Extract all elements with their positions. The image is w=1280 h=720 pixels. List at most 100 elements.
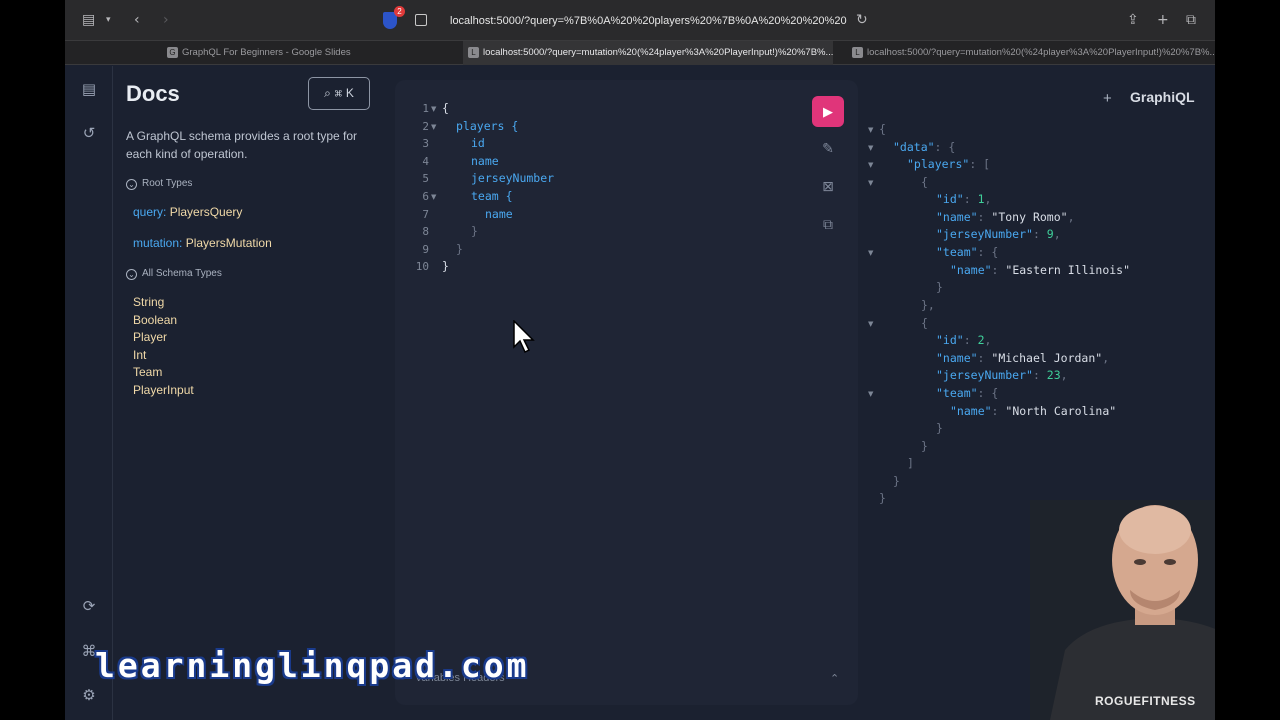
search-shortcut-label: ⌘ K: [334, 86, 354, 100]
refetch-schema-icon[interactable]: ⟳: [79, 596, 99, 616]
line-number: 3: [422, 137, 429, 150]
json-line: },: [921, 298, 935, 312]
fold-arrow-icon[interactable]: ▼: [868, 179, 873, 187]
settings-icon[interactable]: ⚙: [79, 685, 99, 705]
code-line: {: [442, 101, 449, 115]
json-line: }: [936, 280, 943, 294]
json-line: }: [893, 474, 900, 488]
merge-fragments-icon[interactable]: ⊠: [817, 179, 839, 199]
browser-window: ▤ ▾ ‹ › 2 localhost:5000/?query=%7B%0A%2…: [65, 0, 1215, 720]
all-types-heading: ⌄ All Schema Types: [126, 268, 222, 280]
mouse-cursor-icon: [513, 319, 535, 359]
line-number: 4: [422, 155, 429, 168]
line-number: 7: [422, 208, 429, 221]
chevron-up-icon[interactable]: ⌃: [830, 672, 839, 685]
fold-arrow-icon[interactable]: ▼: [431, 105, 436, 113]
history-icon[interactable]: ↺: [79, 123, 99, 143]
json-line: "id": 2,: [936, 333, 992, 347]
tab-bar: G GraphQL For Beginners - Google Slides …: [65, 41, 1215, 65]
code-line: name: [471, 154, 499, 168]
watermark: learninglinqpad.com: [95, 646, 530, 685]
json-line: "team": {: [936, 245, 999, 259]
copy-icon[interactable]: ⧉: [817, 217, 839, 237]
forward-icon[interactable]: ›: [163, 11, 169, 29]
code-line: players {: [456, 119, 519, 133]
json-line: ]: [907, 456, 914, 470]
docs-description: A GraphQL schema provides a root type fo…: [126, 129, 358, 161]
fold-arrow-icon[interactable]: ▼: [868, 126, 873, 134]
presenter-video: [1030, 500, 1215, 720]
tab-label: localhost:5000/?query=mutation%20(%24pla…: [867, 47, 1215, 58]
line-number: 5: [422, 172, 429, 185]
json-line: {: [921, 175, 928, 189]
chevron-down-icon[interactable]: ▾: [106, 11, 111, 29]
tab-label: localhost:5000/?query=mutation%20(%24pla…: [483, 47, 833, 58]
json-line: "players": [: [907, 157, 991, 171]
execute-query-button[interactable]: ▶: [812, 96, 844, 127]
fold-arrow-icon[interactable]: ▼: [431, 193, 436, 201]
share-icon[interactable]: ⇪: [1127, 11, 1139, 29]
fold-arrow-icon[interactable]: ▼: [868, 161, 873, 169]
line-number: 6: [422, 190, 429, 203]
fold-arrow-icon[interactable]: ▼: [868, 390, 873, 398]
json-line: "jerseyNumber": 23,: [936, 368, 1068, 382]
json-line: }: [921, 439, 928, 453]
tab-localhost-active[interactable]: L localhost:5000/?query=mutation%20(%24p…: [463, 41, 833, 65]
type-link[interactable]: Int: [133, 348, 146, 362]
reload-icon[interactable]: ↻: [856, 11, 868, 29]
fold-arrow-icon[interactable]: ▼: [868, 144, 873, 152]
fold-arrow-icon[interactable]: ▼: [868, 249, 873, 257]
back-icon[interactable]: ‹: [134, 11, 140, 29]
line-number: 2: [422, 120, 429, 133]
json-line: }: [879, 491, 886, 505]
query-editor[interactable]: 1 2 3 4 5 6 7 8 9 10 ▼ ▼ ▼ { players { i…: [395, 80, 858, 705]
type-link[interactable]: Team: [133, 365, 162, 379]
json-line: }: [936, 421, 943, 435]
fold-arrow-icon[interactable]: ▼: [868, 320, 873, 328]
sidebar-toggle-icon[interactable]: ▤: [82, 11, 95, 29]
docs-search-button[interactable]: ⌕ ⌘ K: [308, 77, 370, 110]
root-type-mutation[interactable]: mutation: PlayersMutation: [133, 236, 272, 250]
tab-overview-icon[interactable]: ⧉: [1186, 11, 1196, 29]
tab-localhost[interactable]: L localhost:5000/?query=mutation%20(%24p…: [847, 41, 1215, 65]
code-line: }: [471, 224, 478, 238]
json-line: "team": {: [936, 386, 999, 400]
prettify-icon[interactable]: ✎: [817, 141, 839, 161]
json-line: "jerseyNumber": 9,: [936, 227, 1061, 241]
search-icon: ⌕: [324, 86, 331, 100]
type-link[interactable]: PlayerInput: [133, 383, 194, 397]
collapse-circle-icon: ⌄: [126, 179, 137, 190]
address-bar[interactable]: localhost:5000/?query=%7B%0A%20%20player…: [380, 10, 875, 32]
json-line: "name": "Michael Jordan",: [936, 351, 1110, 365]
localhost-favicon-icon: L: [852, 47, 863, 58]
localhost-favicon-icon: L: [468, 47, 479, 58]
code-line: name: [485, 207, 513, 221]
tab-google-slides[interactable]: G GraphQL For Beginners - Google Slides: [162, 41, 422, 65]
graphiql-sidebar-rail: ▤ ↺ ⟳ ⌘ ⚙: [65, 66, 113, 720]
line-number: 9: [422, 243, 429, 256]
docs-title: Docs: [126, 81, 180, 106]
type-link[interactable]: Player: [133, 330, 167, 344]
line-number: 10: [415, 260, 429, 273]
type-link[interactable]: Boolean: [133, 313, 177, 327]
root-types-heading: ⌄ Root Types: [126, 178, 192, 190]
json-line: "data": {: [893, 140, 956, 154]
type-link[interactable]: String: [133, 295, 164, 309]
collapse-circle-icon: ⌄: [126, 269, 137, 280]
docs-icon[interactable]: ▤: [79, 79, 99, 99]
webcam-overlay: [1030, 500, 1215, 720]
json-line: "name": "Tony Romo",: [936, 210, 1075, 224]
json-line: "name": "Eastern Illinois": [950, 263, 1131, 277]
fold-arrow-icon[interactable]: ▼: [431, 123, 436, 131]
docs-panel: Docs ⌕ ⌘ K A GraphQL schema provides a r…: [113, 66, 395, 720]
browser-toolbar: ▤ ▾ ‹ › 2 localhost:5000/?query=%7B%0A%2…: [65, 0, 1215, 41]
line-number: 8: [422, 225, 429, 238]
root-type-query[interactable]: query: PlayersQuery: [133, 205, 242, 219]
json-line: {: [921, 316, 928, 330]
slides-favicon-icon: G: [167, 47, 178, 58]
new-tab-icon[interactable]: +: [1157, 11, 1169, 29]
json-line: "name": "North Carolina": [950, 404, 1117, 418]
json-line: "id": 1,: [936, 192, 992, 206]
code-line: }: [442, 259, 449, 273]
line-number: 1: [422, 102, 429, 115]
